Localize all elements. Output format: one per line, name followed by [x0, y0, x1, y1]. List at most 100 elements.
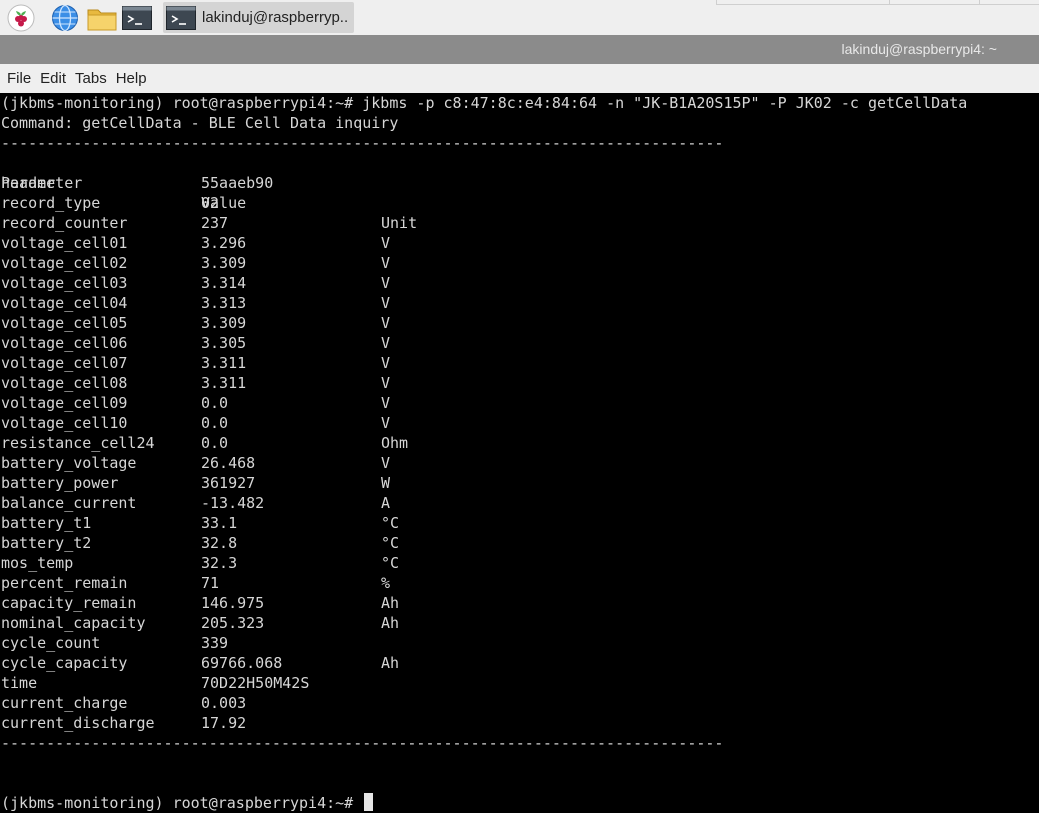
separator-line: ----------------------------------------… — [1, 134, 724, 152]
row-parameter: battery_voltage — [1, 454, 137, 472]
row-value: 71 — [201, 574, 220, 592]
row-value: 237 — [201, 214, 229, 232]
web-browser-icon — [52, 4, 78, 32]
row-value: 3.309 — [201, 314, 247, 332]
row-parameter: resistance_cell24 — [1, 434, 155, 452]
row-parameter: voltage_cell01 — [1, 234, 128, 252]
menu-help[interactable]: Help — [109, 70, 147, 87]
table-header: Parameter Value Unit — [1, 153, 417, 232]
row-value: 17.92 — [201, 714, 247, 732]
terminal-launcher-button[interactable] — [122, 4, 152, 32]
row-parameter: header — [1, 174, 56, 192]
row-unit: V — [381, 414, 391, 432]
row-unit: V — [381, 354, 391, 372]
menu-edit[interactable]: Edit — [33, 70, 66, 87]
row-value: 70D22H50M42S — [201, 674, 310, 692]
terminal-output[interactable]: (jkbms-monitoring) root@raspberrypi4:~# … — [0, 93, 1039, 813]
row-unit: V — [381, 254, 391, 272]
row-unit: Ah — [381, 594, 400, 612]
command-description: Command: getCellData - BLE Cell Data inq… — [1, 114, 399, 132]
row-parameter: cycle_capacity — [1, 654, 128, 672]
desktop-taskbar: lakinduj@raspberryp.. — [0, 0, 1039, 35]
row-value: 3.305 — [201, 334, 247, 352]
row-parameter: percent_remain — [1, 574, 128, 592]
row-parameter: voltage_cell03 — [1, 274, 128, 292]
row-value: 339 — [201, 634, 229, 652]
row-parameter: cycle_count — [1, 634, 101, 652]
row-value: -13.482 — [201, 494, 265, 512]
row-value: 0.003 — [201, 694, 247, 712]
row-parameter: record_type — [1, 194, 101, 212]
row-unit: V — [381, 454, 391, 472]
row-value: 3.309 — [201, 254, 247, 272]
row-unit: W — [381, 474, 391, 492]
row-unit: °C — [381, 514, 400, 532]
row-parameter: current_discharge — [1, 714, 155, 732]
row-value: 55aaeb90 — [201, 174, 274, 192]
row-value: 0.0 — [201, 434, 229, 452]
row-parameter: voltage_cell09 — [1, 394, 128, 412]
row-parameter: time — [1, 674, 38, 692]
row-unit: °C — [381, 534, 400, 552]
row-value: 3.296 — [201, 234, 247, 252]
row-parameter: battery_power — [1, 474, 119, 492]
row-parameter: voltage_cell06 — [1, 334, 128, 352]
row-value: 69766.068 — [201, 654, 283, 672]
row-unit: V — [381, 374, 391, 392]
terminal-task-button[interactable]: lakinduj@raspberryp.. — [163, 2, 354, 33]
row-value: 33.1 — [201, 514, 238, 532]
row-value: 26.468 — [201, 454, 256, 472]
menu-file[interactable]: File — [0, 70, 31, 87]
command-line: (jkbms-monitoring) root@raspberrypi4:~# … — [1, 93, 967, 113]
row-parameter: current_charge — [1, 694, 128, 712]
system-tray-area — [716, 0, 1039, 5]
row-parameter: voltage_cell02 — [1, 254, 128, 272]
row-value: 3.313 — [201, 294, 247, 312]
row-value: 32.8 — [201, 534, 238, 552]
row-parameter: mos_temp — [1, 554, 74, 572]
web-browser-button[interactable] — [50, 4, 80, 32]
shell-prompt: (jkbms-monitoring) root@raspberrypi4:~# — [1, 794, 354, 812]
row-value: 3.314 — [201, 274, 247, 292]
row-parameter: nominal_capacity — [1, 614, 146, 632]
window-title: lakinduj@raspberrypi4: ~ — [841, 41, 997, 57]
row-unit: V — [381, 394, 391, 412]
row-parameter: battery_t1 — [1, 514, 92, 532]
row-value: 0.0 — [201, 414, 229, 432]
file-manager-icon — [87, 9, 117, 31]
row-parameter: capacity_remain — [1, 594, 137, 612]
row-parameter: voltage_cell04 — [1, 294, 128, 312]
row-value: 361927 — [201, 474, 256, 492]
row-value: 3.311 — [201, 374, 247, 392]
row-parameter: voltage_cell05 — [1, 314, 128, 332]
raspberry-pi-menu-icon — [7, 4, 35, 32]
row-value: 3.311 — [201, 354, 247, 372]
row-unit: V — [381, 234, 391, 252]
row-unit: Ah — [381, 614, 400, 632]
file-manager-button[interactable] — [87, 4, 117, 32]
command-text: jkbms -p c8:47:8c:e4:84:64 -n "JK-B1A20S… — [362, 94, 968, 112]
row-parameter: balance_current — [1, 494, 137, 512]
row-value: 02 — [201, 194, 220, 212]
row-unit: Ohm — [381, 434, 409, 452]
terminal-icon — [166, 5, 196, 30]
shell-prompt: (jkbms-monitoring) root@raspberrypi4:~# — [1, 94, 354, 112]
row-unit: % — [381, 574, 391, 592]
text-cursor — [364, 793, 374, 811]
row-unit: V — [381, 274, 391, 292]
menu-tabs[interactable]: Tabs — [68, 70, 107, 87]
separator-line: ----------------------------------------… — [1, 734, 724, 752]
window-title-bar[interactable]: lakinduj@raspberrypi4: ~ — [0, 35, 1039, 64]
menu-bar: File Edit Tabs Help — [0, 64, 1039, 93]
row-value: 0.0 — [201, 394, 229, 412]
row-value: 205.323 — [201, 614, 265, 632]
raspberry-pi-menu-button[interactable] — [6, 4, 36, 32]
row-unit: V — [381, 294, 391, 312]
row-parameter: voltage_cell07 — [1, 354, 128, 372]
row-unit: Ah — [381, 654, 400, 672]
row-parameter: battery_t2 — [1, 534, 92, 552]
row-parameter: record_counter — [1, 214, 128, 232]
row-value: 146.975 — [201, 594, 265, 612]
row-parameter: voltage_cell10 — [1, 414, 128, 432]
row-unit: A — [381, 494, 391, 512]
